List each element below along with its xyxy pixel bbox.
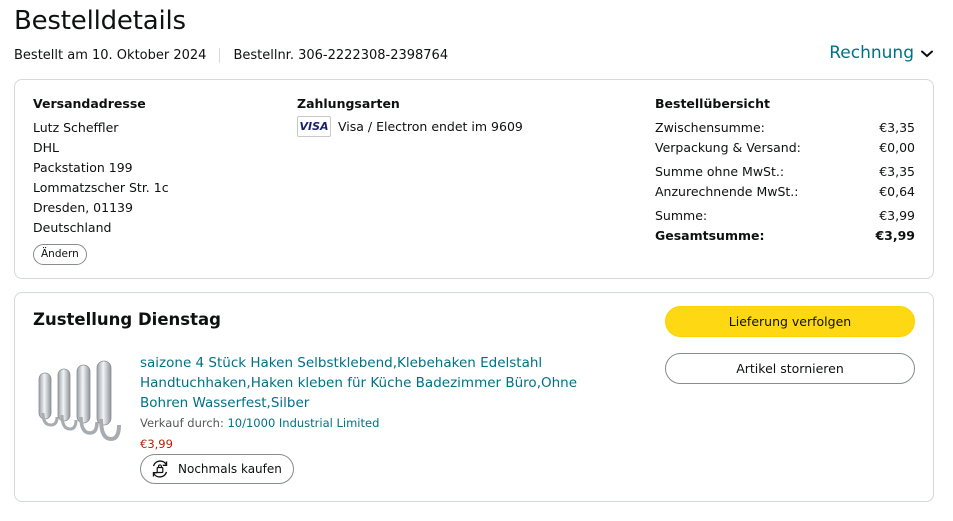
summary-value: €0,64 [879,184,915,199]
summary-row: Verpackung & Versand: €0,00 [655,138,915,158]
seller-link[interactable]: 10/1000 Industrial Limited [227,416,379,430]
shipping-address: Lutz Scheffler DHL Packstation 199 Lomma… [33,118,169,238]
summary-label: Verpackung & Versand: [655,140,801,155]
product-title-link[interactable]: saizone 4 Stück Haken Selbstklebend,Kleb… [140,353,620,413]
summary-label: Anzurechnende MwSt.: [655,184,799,199]
summary-label: Gesamtsumme: [655,228,765,243]
summary-row: Summe: €3,99 [655,206,915,226]
summary-value: €3,35 [879,120,915,135]
payment-heading: Zahlungsarten [297,96,400,111]
order-meta: Bestellt am 10. Oktober 2024 Bestellnr. … [14,48,448,63]
visa-card-icon: VISA [297,116,331,137]
summary-row: Zwischensumme: €3,35 [655,118,915,138]
order-number: Bestellnr. 306-2222308-2398764 [233,48,449,63]
summary-total-row: Gesamtsumme: €3,99 [655,226,915,246]
shipping-heading: Versandadresse [33,96,146,111]
summary-value: €0,00 [879,140,915,155]
address-line: Lutz Scheffler [33,120,119,135]
address-line: Lommatzscher Str. 1c [33,180,169,195]
address-line: DHL [33,140,59,155]
summary-value: €3,99 [879,208,915,223]
product-price: €3,99 [140,437,173,451]
buy-again-button[interactable]: Nochmals kaufen [140,454,294,484]
address-line: Dresden, 01139 [33,200,133,215]
shipment-card: Zustellung Dienstag Lieferung verfolgen … [14,292,934,502]
order-summary: Zwischensumme: €3,35 Verpackung & Versan… [655,118,915,246]
invoice-dropdown[interactable]: Rechnung [829,43,933,63]
summary-row: Anzurechnende MwSt.: €0,64 [655,182,915,202]
summary-value: €3,99 [875,228,915,243]
change-address-button[interactable]: Ändern [33,244,87,265]
seller-info: Verkauf durch: 10/1000 Industrial Limite… [140,416,379,430]
track-package-button[interactable]: Lieferung verfolgen [665,306,915,337]
meta-divider [219,48,221,63]
seller-prefix: Verkauf durch: [140,416,224,430]
summary-label: Summe ohne MwSt.: [655,164,785,179]
summary-label: Summe: [655,208,708,223]
summary-label: Zwischensumme: [655,120,765,135]
buy-again-label: Nochmals kaufen [178,462,282,476]
delivery-status-title: Zustellung Dienstag [33,310,221,329]
address-line: Packstation 199 [33,160,133,175]
page-title: Bestelldetails [14,6,186,36]
order-info-card: Versandadresse Lutz Scheffler DHL Packst… [14,79,934,279]
summary-heading: Bestellübersicht [655,96,770,111]
summary-value: €3,35 [879,164,915,179]
product-image[interactable] [35,359,135,449]
cancel-item-button[interactable]: Artikel stornieren [665,353,915,384]
payment-method: VISA Visa / Electron endet im 9609 [297,116,523,137]
order-date: Bestellt am 10. Oktober 2024 [14,48,207,63]
chevron-down-icon [921,43,933,63]
summary-row: Summe ohne MwSt.: €3,35 [655,162,915,182]
invoice-label: Rechnung [829,43,914,63]
address-line: Deutschland [33,220,112,235]
payment-card-text: Visa / Electron endet im 9609 [338,119,523,134]
buy-again-icon [149,458,171,480]
